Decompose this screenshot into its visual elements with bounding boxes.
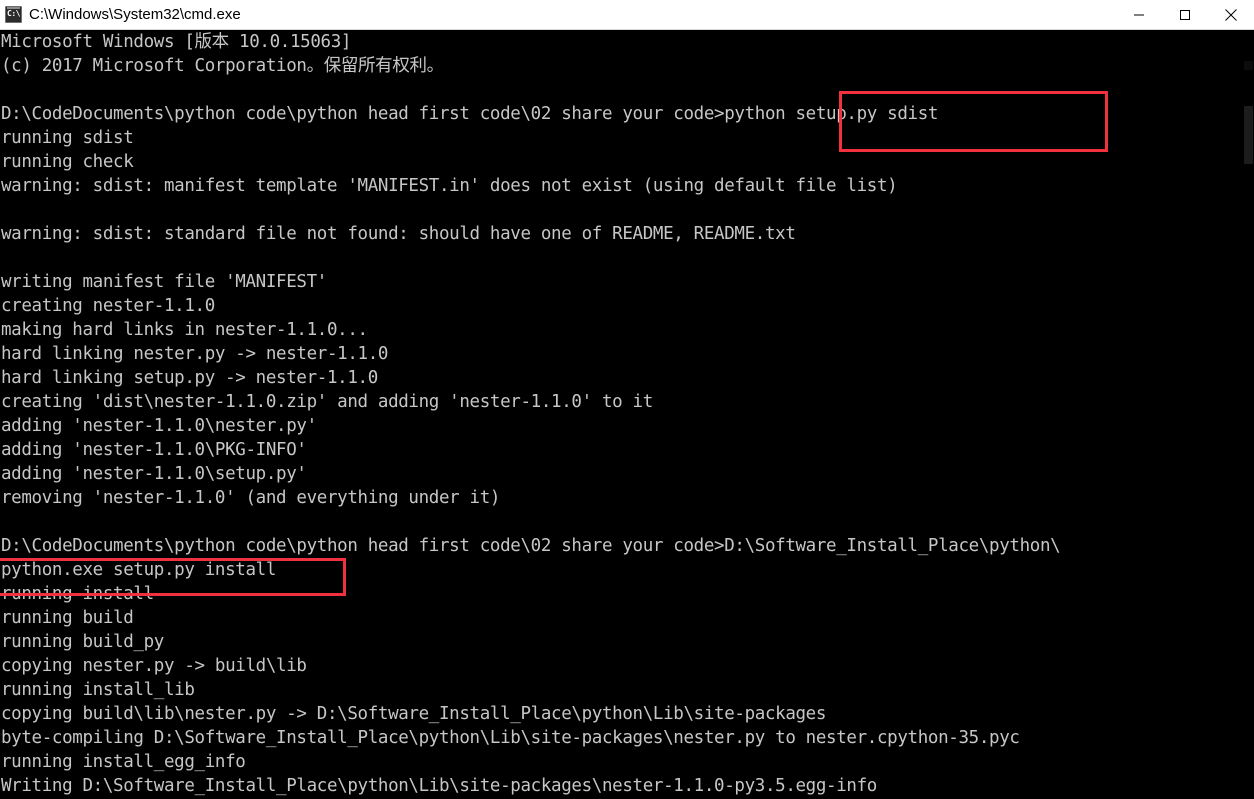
window-controls	[1116, 0, 1254, 29]
console-line: adding 'nester-1.1.0\setup.py'	[1, 464, 307, 484]
console-line: removing 'nester-1.1.0' (and everything …	[1, 488, 501, 508]
console-line: warning: sdist: standard file not found:…	[1, 224, 796, 244]
console-line: running install	[1, 584, 154, 604]
window-title: C:\Windows\System32\cmd.exe	[29, 6, 241, 23]
console-line: running build_py	[1, 632, 164, 652]
console-line: copying build\lib\nester.py -> D:\Softwa…	[1, 704, 827, 724]
maximize-icon	[1180, 9, 1190, 20]
console-line: running sdist	[1, 128, 134, 148]
cmd-icon-glyph: C:\	[7, 9, 20, 18]
console-line: D:\CodeDocuments\python code\python head…	[1, 104, 939, 124]
console-line: Microsoft Windows [版本 10.0.15063]	[1, 32, 352, 52]
console-scrollbar[interactable]	[1242, 60, 1254, 799]
console-line: adding 'nester-1.1.0\PKG-INFO'	[1, 440, 307, 460]
console-line: D:\CodeDocuments\python code\python head…	[1, 536, 1061, 556]
console-line: python.exe setup.py install	[1, 560, 277, 580]
console-line-list: Microsoft Windows [版本 10.0.15063] (c) 201…	[0, 30, 1061, 798]
title-bar[interactable]: C:\ C:\Windows\System32\cmd.exe	[0, 0, 1254, 30]
console-line: (c) 2017 Microsoft Corporation。保留所有权利。	[1, 56, 444, 76]
console-line: adding 'nester-1.1.0\nester.py'	[1, 416, 317, 436]
console-line: copying nester.py -> build\lib	[1, 656, 307, 676]
close-button[interactable]	[1208, 0, 1254, 29]
cmd-window: C:\ C:\Windows\System32\cmd.exe Microsof…	[0, 0, 1254, 799]
console-line: running build	[1, 608, 134, 628]
console-line: warning: sdist: manifest template 'MANIF…	[1, 176, 898, 196]
console-line: Writing D:\Software_Install_Place\python…	[1, 776, 877, 796]
close-icon	[1225, 8, 1237, 21]
console-line: hard linking setup.py -> nester-1.1.0	[1, 368, 378, 388]
maximize-button[interactable]	[1162, 0, 1208, 29]
scrollbar-track-top	[1244, 61, 1253, 70]
console-line: creating 'dist\nester-1.1.0.zip' and add…	[1, 392, 653, 412]
scrollbar-thumb[interactable]	[1244, 106, 1253, 164]
console-line: running install_lib	[1, 680, 195, 700]
console-line: byte-compiling D:\Software_Install_Place…	[1, 728, 1020, 748]
console-line: making hard links in nester-1.1.0...	[1, 320, 368, 340]
minimize-icon	[1134, 14, 1144, 15]
cmd-icon: C:\	[5, 6, 22, 23]
console-line: running check	[1, 152, 134, 172]
console-line: running install_egg_info	[1, 752, 246, 772]
console-line: hard linking nester.py -> nester-1.1.0	[1, 344, 389, 364]
console-line: creating nester-1.1.0	[1, 296, 215, 316]
minimize-button[interactable]	[1116, 0, 1162, 29]
console-output-area[interactable]: Microsoft Windows [版本 10.0.15063] (c) 201…	[0, 30, 1254, 799]
console-line: writing manifest file 'MANIFEST'	[1, 272, 327, 292]
